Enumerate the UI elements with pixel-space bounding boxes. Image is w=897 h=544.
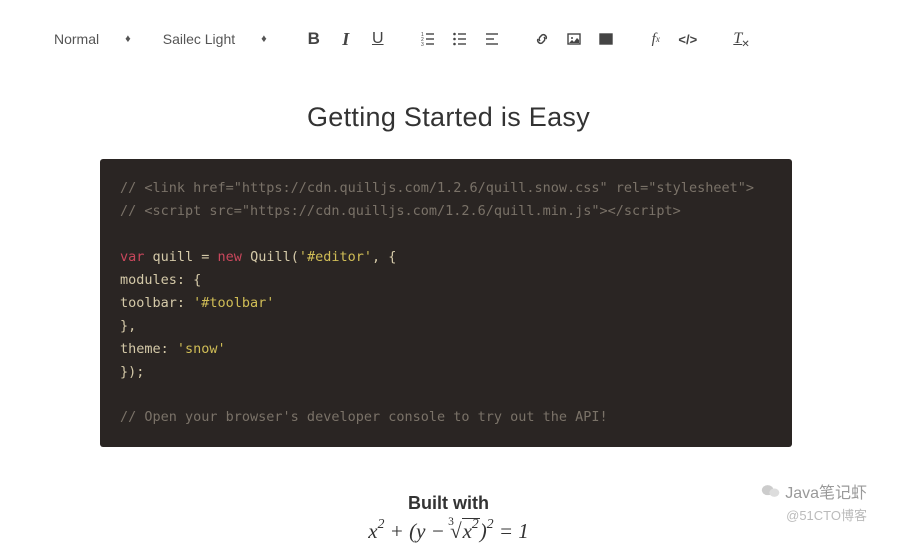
code-line [120, 223, 772, 246]
list-ordered-button[interactable]: 123 [419, 30, 437, 48]
built-with-section: Built with x2 + (y − 3√x2)2 = 1 [54, 493, 843, 544]
font-picker[interactable]: Sailec Light ♦ [163, 31, 267, 47]
header-picker[interactable]: Normal ♦ [54, 31, 131, 47]
editor-toolbar: Normal ♦ Sailec Light ♦ B I U 123 fx </>… [0, 0, 897, 54]
watermark: Java笔记虾 @51CTO博客 [761, 479, 867, 524]
clean-format-button[interactable]: T✕ [729, 30, 747, 48]
link-button[interactable] [533, 30, 551, 48]
font-picker-label: Sailec Light [163, 31, 235, 47]
code-line: // <link href="https://cdn.quilljs.com/1… [120, 177, 772, 200]
math-formula: x2 + (y − 3√x2)2 = 1 [54, 518, 843, 544]
bold-button[interactable]: B [305, 30, 323, 48]
image-button[interactable] [565, 30, 583, 48]
code-line: }); [120, 361, 772, 384]
svg-text:3: 3 [421, 42, 424, 48]
built-with-label: Built with [54, 493, 843, 514]
header-picker-label: Normal [54, 31, 99, 47]
code-line: theme: 'snow' [120, 338, 772, 361]
list-bullet-button[interactable] [451, 30, 469, 48]
align-button[interactable] [483, 30, 501, 48]
page-heading: Getting Started is Easy [54, 102, 843, 133]
code-block: // <link href="https://cdn.quilljs.com/1… [100, 159, 792, 447]
code-line: // <script src="https://cdn.quilljs.com/… [120, 200, 772, 223]
video-button[interactable] [597, 30, 615, 48]
editor-content[interactable]: Getting Started is Easy // <link href="h… [0, 54, 897, 544]
code-line: modules: { [120, 269, 772, 292]
code-line: }, [120, 315, 772, 338]
wechat-icon [761, 482, 781, 500]
code-line [120, 383, 772, 406]
code-line: toolbar: '#toolbar' [120, 292, 772, 315]
chevron-down-icon: ♦ [125, 33, 131, 45]
code-block-button[interactable]: </> [679, 30, 697, 48]
watermark-sub: @51CTO博客 [761, 505, 867, 524]
formula-button[interactable]: fx [647, 30, 665, 48]
italic-button[interactable]: I [337, 30, 355, 48]
watermark-brand: Java笔记虾 [761, 479, 867, 503]
code-line: var quill = new Quill('#editor', { [120, 246, 772, 269]
underline-button[interactable]: U [369, 30, 387, 48]
chevron-down-icon: ♦ [261, 33, 267, 45]
code-line: // Open your browser's developer console… [120, 406, 772, 429]
